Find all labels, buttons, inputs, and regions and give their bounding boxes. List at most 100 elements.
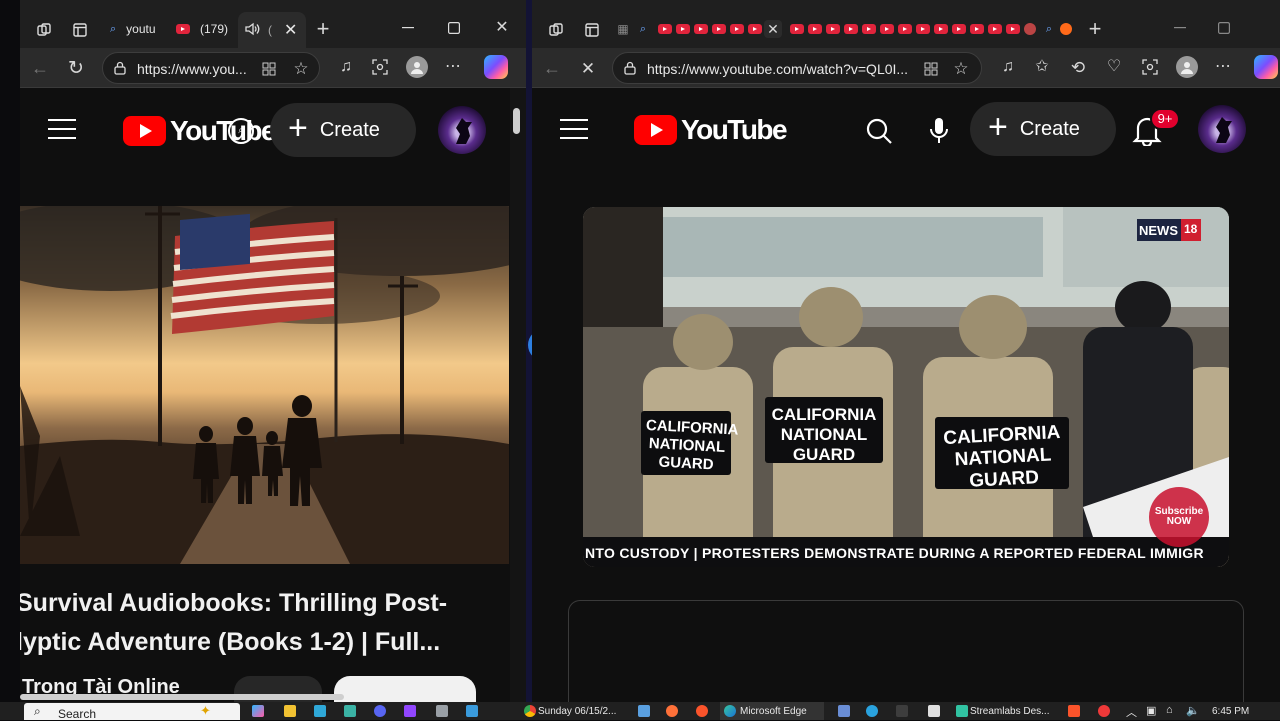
youtube-tab-icon[interactable] (988, 24, 1002, 34)
app-icon[interactable] (838, 705, 850, 717)
close-window-icon[interactable]: ✕ (490, 18, 514, 38)
favorite-star-icon[interactable]: ☆ (293, 60, 309, 77)
copilot-icon[interactable] (1254, 55, 1278, 79)
maximize-icon[interactable] (442, 18, 466, 38)
tab-search-icon[interactable]: ⌕ (636, 22, 650, 36)
youtube-tab-icon[interactable] (1006, 24, 1020, 34)
workspaces-icon[interactable] (34, 20, 54, 40)
workspaces-icon[interactable] (546, 20, 566, 40)
discord-icon[interactable] (374, 705, 386, 717)
copilot-icon[interactable] (484, 55, 508, 79)
app-icon[interactable] (896, 705, 908, 717)
screenshot-icon[interactable] (1140, 57, 1160, 77)
tab-actions-icon[interactable] (70, 20, 90, 40)
youtube-tab-icon[interactable] (790, 24, 804, 34)
app-icon[interactable] (314, 705, 326, 717)
minimize-icon[interactable] (396, 18, 420, 38)
create-button[interactable]: + Create (270, 103, 416, 157)
more-menu-icon[interactable]: ⋯ (442, 57, 464, 77)
streamlabs-icon[interactable] (956, 705, 968, 717)
app-icon[interactable] (928, 705, 940, 717)
youtube-tab-icon[interactable] (880, 24, 894, 34)
youtube-tab-icon[interactable] (916, 24, 930, 34)
taskbar-chrome-item[interactable]: Sunday 06/15/2... (538, 706, 616, 717)
right-address-bar[interactable]: https://www.youtube.com/watch?v=QL0I... … (612, 52, 982, 84)
avatar[interactable] (1198, 105, 1246, 153)
video-thumbnail[interactable] (20, 206, 509, 564)
stop-loading-icon[interactable]: ✕ (576, 56, 600, 80)
tab-active-audio[interactable]: ( ✕ (238, 12, 306, 48)
brave-tray-icon[interactable] (1068, 705, 1080, 717)
hamburger-menu-icon[interactable] (560, 119, 588, 139)
back-icon[interactable]: ← (540, 56, 564, 80)
youtube-tab-icon[interactable] (934, 24, 948, 34)
chat-panel[interactable] (568, 600, 1244, 702)
scrollbar-thumb[interactable] (513, 108, 520, 134)
youtube-tab-icon[interactable] (808, 24, 822, 34)
youtube-tab-icon[interactable] (676, 24, 690, 34)
favorite-star-icon[interactable]: ☆ (953, 60, 969, 77)
history-icon[interactable]: ⟲ (1068, 57, 1088, 77)
vertical-scrollbar[interactable] (510, 88, 526, 702)
youtube-tab-icon[interactable] (952, 24, 966, 34)
firefox-icon[interactable] (666, 705, 678, 717)
tab-actions-icon[interactable] (582, 20, 602, 40)
browser-essentials-icon[interactable]: ♡ (1104, 57, 1124, 77)
horizontal-scrollbar[interactable] (20, 694, 344, 700)
close-tab-icon[interactable]: ✕ (284, 20, 297, 40)
screenshot-icon[interactable] (370, 57, 390, 77)
youtube-tab-icon[interactable] (694, 24, 708, 34)
create-button[interactable]: + Create (970, 102, 1116, 156)
file-explorer-icon[interactable] (284, 705, 296, 717)
volume-icon[interactable]: 🔈 (1186, 704, 1200, 717)
taskbar-streamlabs-item[interactable]: Streamlabs Des... (970, 706, 1049, 717)
minimize-icon[interactable] (1168, 18, 1192, 38)
copilot-taskbar-icon[interactable] (252, 705, 264, 717)
left-address-bar[interactable]: https://www.you... ☆ (102, 52, 320, 84)
more-menu-icon[interactable]: ⋯ (1212, 57, 1234, 77)
twitch-icon[interactable] (404, 705, 416, 717)
hamburger-menu-icon[interactable] (48, 119, 76, 139)
youtube-tab-icon[interactable] (826, 24, 840, 34)
tray-app-icon[interactable]: ▣ (1146, 704, 1156, 717)
subscribe-button[interactable] (334, 676, 476, 702)
checkmark-app-icon[interactable] (466, 705, 478, 717)
video-player[interactable]: NEWS 18 CALIFORNIA NATIONAL GUARD CALIFO… (583, 207, 1229, 567)
youtube-tab-icon[interactable] (970, 24, 984, 34)
back-icon[interactable]: ← (28, 56, 52, 80)
profile-icon[interactable] (1176, 56, 1198, 78)
youtube-tab-icon[interactable] (712, 24, 726, 34)
app-available-icon[interactable] (261, 61, 277, 77)
app-available-icon[interactable] (923, 61, 939, 77)
youtube-tab-icon[interactable] (844, 24, 858, 34)
youtube-tab-icon[interactable] (898, 24, 912, 34)
network-icon[interactable]: ⌂ (1166, 704, 1173, 716)
tab-search[interactable]: ⌕ youtu (106, 14, 170, 44)
tab-search-icon[interactable]: ⌕ (1042, 22, 1056, 36)
site-tab-icon[interactable] (1024, 23, 1036, 35)
profile-icon[interactable] (406, 56, 428, 78)
tab-grid-icon[interactable]: ▦ (616, 22, 630, 36)
youtube-tab-icon[interactable] (658, 24, 672, 34)
brave-icon[interactable] (696, 705, 708, 717)
youtube-tab-icon[interactable] (730, 24, 744, 34)
vivaldi-icon[interactable] (1098, 705, 1110, 717)
youtube-tab-icon[interactable] (748, 24, 762, 34)
microphone-icon[interactable] (926, 114, 952, 148)
media-control-icon[interactable]: ♫ (998, 57, 1018, 77)
avatar[interactable] (438, 106, 486, 154)
favorites-icon[interactable]: ✩ (1032, 57, 1052, 77)
app-icon[interactable] (436, 705, 448, 717)
tray-chevron-icon[interactable]: ︿ (1126, 704, 1137, 720)
tab-youtube[interactable]: (179) (172, 14, 238, 44)
youtube-logo[interactable]: YouTube (634, 114, 788, 146)
active-tab-close-icon[interactable]: ✕ (764, 20, 782, 38)
chrome-icon[interactable] (524, 705, 536, 717)
new-tab-icon[interactable]: + (1084, 18, 1106, 40)
new-tab-icon[interactable]: + (312, 18, 334, 40)
video-title[interactable]: Survival Audiobooks: Thrilling Post- lyp… (20, 584, 516, 662)
taskbar-clock[interactable]: 6:45 PM (1212, 706, 1249, 717)
telegram-icon[interactable] (866, 705, 878, 717)
youtube-tab-icon[interactable] (862, 24, 876, 34)
refresh-icon[interactable]: ↻ (64, 56, 88, 80)
